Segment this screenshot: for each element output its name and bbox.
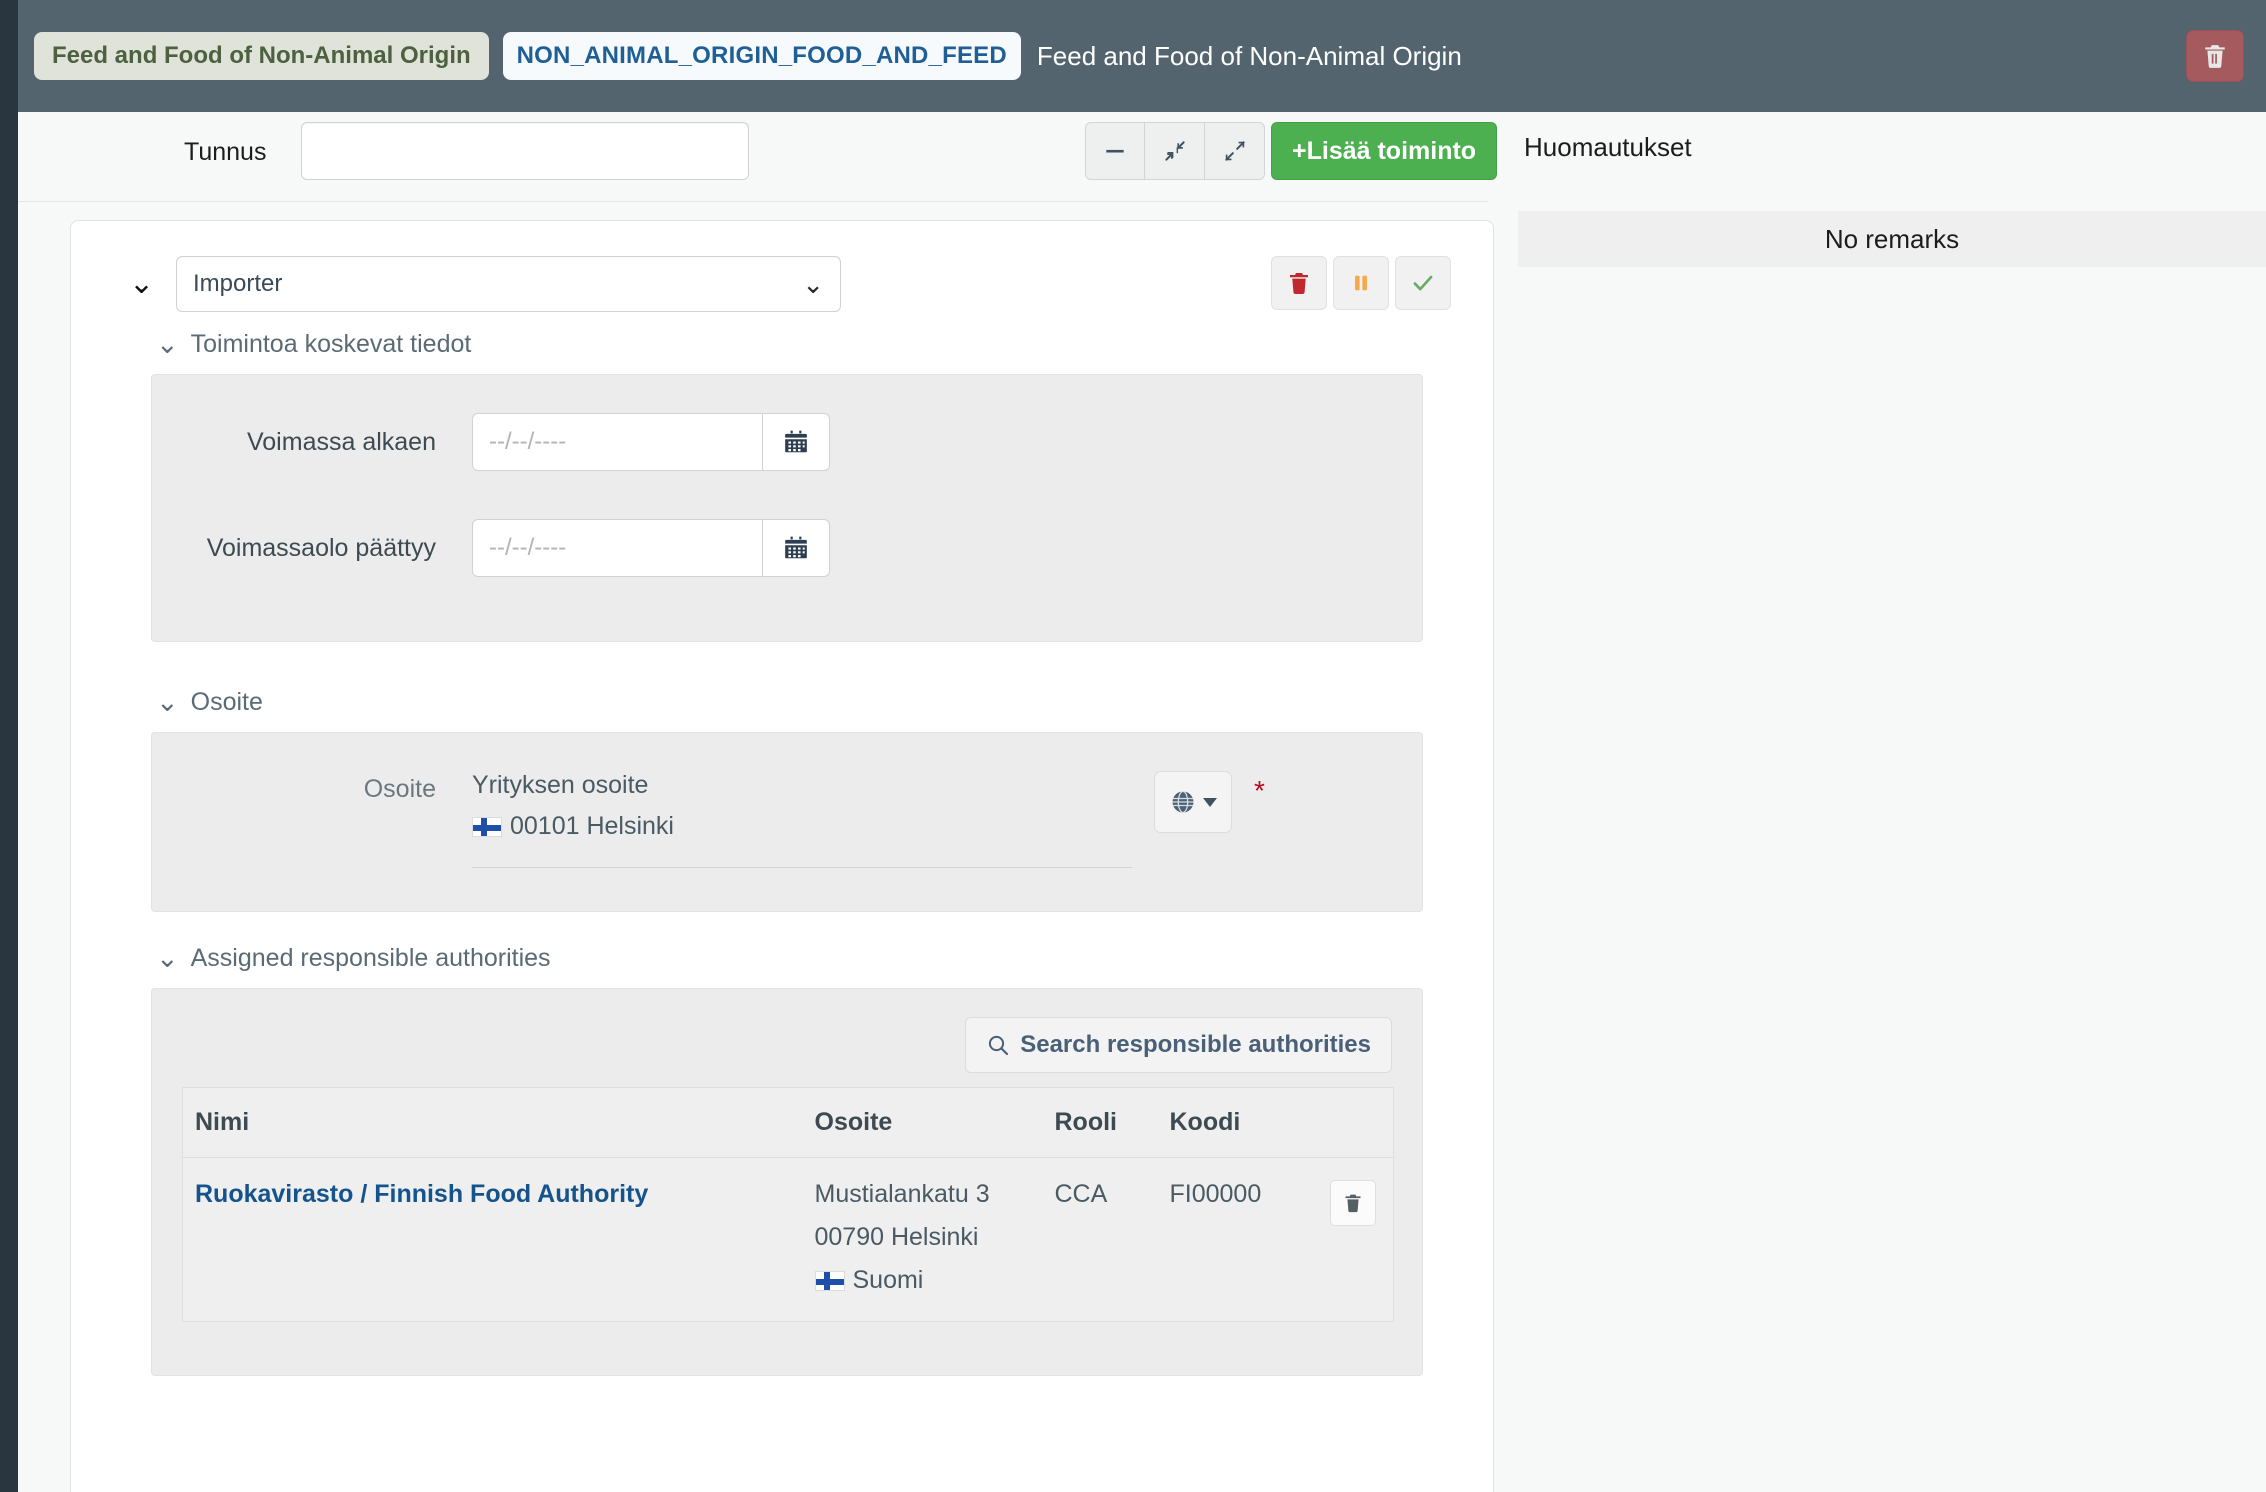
- address-box: Osoite Yrityksen osoite 00101 Helsinki *: [151, 732, 1423, 912]
- search-responsible-authorities-button[interactable]: Search responsible authorities: [965, 1017, 1392, 1073]
- remarks-title: Huomautukset: [1524, 132, 1692, 162]
- collapse-arrows-icon: [1164, 141, 1185, 161]
- page-title: Feed and Food of Non-Animal Origin: [1036, 40, 1462, 71]
- cell-actions: [1318, 1158, 1394, 1322]
- address-section: ⌄ Osoite Osoite Yrityksen osoite 00101 H…: [71, 687, 1493, 912]
- address-city: 00101 Helsinki: [510, 812, 674, 840]
- details-section-header[interactable]: ⌄ Toimintoa koskevat tiedot: [71, 329, 1493, 360]
- remarks-panel: Huomautukset No remarks: [1518, 112, 2266, 267]
- top-header-bar: Feed and Food of Non-Animal Origin NON_A…: [18, 0, 2266, 112]
- remove-authority-button[interactable]: [1329, 1180, 1376, 1226]
- address-row: Osoite Yrityksen osoite 00101 Helsinki *: [152, 771, 1422, 868]
- suspend-activity-button[interactable]: [1333, 256, 1389, 310]
- authorities-section: ⌄ Assigned responsible authorities Searc…: [71, 943, 1493, 1376]
- column-header-rooli: Rooli: [1042, 1087, 1158, 1158]
- valid-from-row: Voimassa alkaen: [152, 413, 1422, 471]
- valid-to-calendar-button[interactable]: [762, 519, 830, 577]
- add-activity-button[interactable]: +Lisää toiminto: [1271, 122, 1498, 180]
- cell-rooli: CCA: [1054, 1180, 1108, 1208]
- left-rail: [0, 0, 18, 1492]
- activity-type-tag: Feed and Food of Non-Animal Origin: [34, 32, 489, 80]
- search-button-label: Search responsible authorities: [1020, 1031, 1371, 1058]
- address-line-2: 00101 Helsinki: [472, 812, 1132, 841]
- cell-osoite: Mustialankatu 3 00790 Helsinki Suomi: [803, 1158, 1043, 1322]
- calendar-icon: [785, 430, 807, 453]
- address-country-dropdown[interactable]: [1154, 771, 1232, 833]
- cell-nimi: Ruokavirasto / Finnish Food Authority: [183, 1158, 803, 1322]
- address-section-header[interactable]: ⌄ Osoite: [71, 687, 1493, 718]
- valid-from-input[interactable]: [472, 413, 762, 471]
- tunnus-label: Tunnus: [184, 138, 267, 166]
- minus-icon: [1106, 149, 1124, 153]
- column-header-koodi: Koodi: [1157, 1087, 1318, 1158]
- details-section: ⌄ Toimintoa koskevat tiedot Voimassa alk…: [71, 329, 1493, 642]
- caret-down-icon: [1203, 797, 1217, 807]
- chevron-down-icon: ⌄: [156, 329, 179, 359]
- authorities-table: Nimi Osoite Rooli Koodi Ruokavirasto / F…: [182, 1087, 1394, 1322]
- details-section-title: Toimintoa koskevat tiedot: [190, 330, 472, 358]
- chevron-down-icon: ⌄: [802, 269, 824, 299]
- authorities-section-header[interactable]: ⌄ Assigned responsible authorities: [71, 943, 1493, 974]
- finland-flag-icon: [472, 816, 502, 837]
- activity-collapse-toggle[interactable]: ⌄: [129, 266, 154, 301]
- authority-street: Mustialankatu 3: [814, 1180, 990, 1208]
- authority-city: 00790 Helsinki: [814, 1223, 979, 1251]
- valid-to-row: Voimassaolo päättyy: [152, 519, 1422, 577]
- check-icon: [1413, 275, 1433, 291]
- details-box: Voimassa alkaen Voimassaolo päättyy: [151, 374, 1423, 642]
- chevron-down-icon: ⌄: [156, 687, 179, 717]
- valid-to-input[interactable]: [472, 519, 762, 577]
- activity-card: ⌄ Importer ⌄ ⌄ Toimintoa koskevat tiedot…: [70, 220, 1494, 1492]
- validate-activity-button[interactable]: [1395, 256, 1451, 310]
- table-header-row: Nimi Osoite Rooli Koodi: [182, 1087, 1394, 1158]
- table-row: Ruokavirasto / Finnish Food Authority Mu…: [183, 1158, 1394, 1322]
- valid-from-calendar-button[interactable]: [762, 413, 830, 471]
- address-line-1: Yrityksen osoite: [472, 771, 649, 799]
- trash-icon: [1345, 1194, 1360, 1213]
- calendar-icon: [785, 536, 807, 559]
- globe-icon: [1172, 790, 1194, 814]
- activity-code-tag: NON_ANIMAL_ORIGIN_FOOD_AND_FEED: [502, 32, 1021, 80]
- trash-icon: [2205, 45, 2225, 68]
- address-required-marker: *: [1254, 775, 1265, 806]
- view-controls-group: [1085, 122, 1265, 180]
- activity-action-buttons: [1271, 256, 1451, 310]
- authority-country-line: Suomi: [814, 1266, 1043, 1295]
- address-section-title: Osoite: [190, 688, 263, 716]
- pause-icon: [1355, 275, 1367, 291]
- main-content: Tunnus +Lisää toiminto ⌄ Importer ⌄ ⌄ To…: [18, 112, 2266, 1492]
- cell-koodi: FI00000: [1169, 1180, 1262, 1208]
- expand-all-button[interactable]: [1205, 122, 1265, 180]
- authorities-box: Search responsible authorities Nimi Osoi…: [151, 988, 1423, 1376]
- expand-arrows-icon: [1224, 141, 1245, 161]
- authorities-section-title: Assigned responsible authorities: [190, 944, 551, 972]
- activity-card-header: ⌄ Importer ⌄: [71, 221, 1493, 329]
- trash-icon: [1290, 273, 1308, 294]
- remarks-empty-state: No remarks: [1518, 211, 2266, 267]
- search-icon: [989, 1035, 1009, 1056]
- collapse-all-button[interactable]: [1145, 122, 1205, 180]
- address-label: Osoite: [363, 775, 436, 803]
- finland-flag-icon: [814, 1270, 845, 1291]
- tunnus-input[interactable]: [301, 122, 749, 180]
- minimize-button[interactable]: [1085, 122, 1145, 180]
- column-header-nimi: Nimi: [182, 1087, 803, 1158]
- activity-type-select[interactable]: Importer ⌄: [176, 256, 841, 312]
- identifier-strip: Tunnus +Lisää toiminto: [18, 112, 1498, 202]
- authority-name-link[interactable]: Ruokavirasto / Finnish Food Authority: [195, 1180, 648, 1208]
- chevron-down-icon: ⌄: [156, 943, 179, 973]
- valid-from-label: Voimassa alkaen: [246, 427, 436, 456]
- activity-type-value: Importer: [193, 270, 283, 297]
- column-header-osoite: Osoite: [802, 1087, 1043, 1158]
- valid-to-label: Voimassaolo päättyy: [206, 533, 436, 562]
- address-value: Yrityksen osoite 00101 Helsinki: [472, 771, 1132, 868]
- delete-establishment-button[interactable]: [2186, 30, 2244, 82]
- authority-country: Suomi: [852, 1266, 924, 1294]
- delete-activity-button[interactable]: [1271, 256, 1327, 310]
- column-header-actions: [1317, 1087, 1394, 1158]
